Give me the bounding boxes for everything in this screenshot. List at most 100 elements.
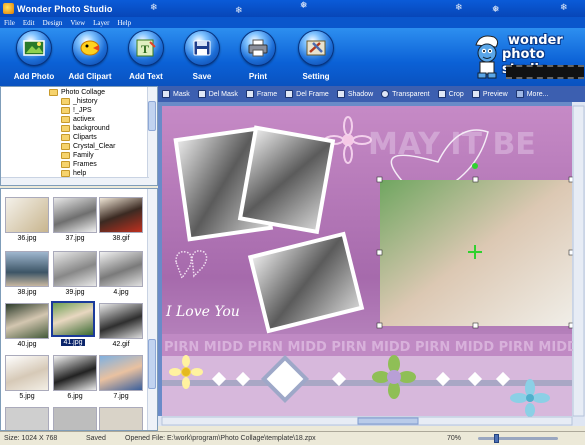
- menu-edit[interactable]: Edit: [19, 19, 39, 27]
- print-icon: [240, 30, 276, 66]
- thumbnail-image: [53, 197, 97, 233]
- thumbnail-scroll-thumb[interactable]: [148, 339, 156, 389]
- thumbnail-image: [5, 197, 49, 233]
- folder-icon: [61, 143, 70, 150]
- canvas-vertical-scrollbar[interactable]: [572, 105, 585, 417]
- more-icon: [515, 90, 524, 98]
- title-bar: Wonder Photo Studio ❄ ❄ ❅ ❄ ❅ ❄: [0, 0, 585, 17]
- thumbnail-item[interactable]: [99, 407, 143, 430]
- design-canvas[interactable]: MAY IT BE I Love You PIRN MIDD PIRN MIDD…: [158, 102, 585, 426]
- tree-scroll-thumb[interactable]: [148, 101, 156, 131]
- thumbnail-item[interactable]: [53, 407, 97, 430]
- menu-design[interactable]: Design: [39, 19, 67, 27]
- frame-icon: [245, 90, 254, 98]
- setting-button[interactable]: Setting: [286, 30, 346, 84]
- thumbnail-item[interactable]: 36.jpg: [5, 197, 49, 245]
- save-icon: [184, 30, 220, 66]
- thumbnail-image: [99, 197, 143, 233]
- zoom-level: 70%: [447, 435, 462, 442]
- rotate-handle[interactable]: [472, 163, 478, 169]
- folder-tree: Photo Collage _history !_JPS activex bac…: [0, 86, 158, 186]
- folder-icon: [61, 161, 70, 168]
- save-button[interactable]: Save: [172, 30, 232, 84]
- snowflake-icon: ❄: [235, 5, 243, 15]
- add-clipart-label: Add Clipart: [68, 72, 112, 81]
- tree-item[interactable]: Frames: [61, 160, 97, 169]
- thumbnail-scrollbar[interactable]: [147, 189, 157, 430]
- thumbnail-item[interactable]: 4.jpg: [99, 251, 143, 299]
- menu-help[interactable]: Help: [113, 19, 135, 27]
- menu-view[interactable]: View: [66, 19, 89, 27]
- tree-horizontal-scrollbar[interactable]: [1, 177, 149, 185]
- shadow-button[interactable]: Shadow: [336, 90, 373, 98]
- transparent-icon: [381, 90, 390, 98]
- photo-frame-2[interactable]: [237, 125, 336, 235]
- shadow-icon: [336, 90, 345, 98]
- thumbnail-item[interactable]: 6.jpg: [53, 355, 97, 403]
- thumbnail-item[interactable]: 42.gif: [99, 303, 143, 351]
- more-button[interactable]: More...: [515, 90, 549, 98]
- tree-item[interactable]: Crystal_Clear: [61, 142, 115, 151]
- app-logo: wonder photo studio: [466, 29, 584, 85]
- thumbnail-image: [53, 407, 97, 430]
- love-text: I Love You: [165, 304, 240, 320]
- folder-icon: [61, 134, 70, 141]
- tree-vertical-scrollbar[interactable]: [147, 87, 157, 185]
- tree-item[interactable]: !_JPS: [61, 106, 92, 115]
- frame-button[interactable]: Frame: [245, 90, 277, 98]
- thumbnail-item[interactable]: [5, 407, 49, 430]
- tree-item[interactable]: Photo Collage: [49, 88, 105, 97]
- crop-button[interactable]: Crop: [437, 90, 464, 98]
- setting-label: Setting: [302, 72, 330, 81]
- add-photo-label: Add Photo: [13, 72, 55, 81]
- folder-icon: [61, 170, 70, 177]
- tree-item[interactable]: background: [61, 124, 110, 133]
- add-text-button[interactable]: T Add Text: [116, 30, 176, 84]
- thumbnail-item[interactable]: 40.jpg: [5, 303, 49, 351]
- menu-file[interactable]: File: [0, 19, 19, 27]
- preview-icon: [471, 90, 480, 98]
- tree-item[interactable]: Family: [61, 151, 94, 160]
- snowflake-icon: ❄: [560, 2, 568, 12]
- thumbnail-image: [51, 301, 95, 337]
- thumbnail-item[interactable]: 7.jpg: [99, 355, 143, 403]
- preview-button[interactable]: Preview: [471, 90, 508, 98]
- thumbnail-item[interactable]: 5.jpg: [5, 355, 49, 403]
- zoom-slider[interactable]: [478, 434, 558, 443]
- zoom-slider-thumb[interactable]: [494, 434, 499, 443]
- thumbnail-image: [99, 355, 143, 391]
- menu-bar: File Edit Design View Layer Help: [0, 17, 585, 28]
- thumbnail-image: [99, 251, 143, 287]
- tree-item[interactable]: activex: [61, 115, 95, 124]
- thumbnail-image: [53, 355, 97, 391]
- thumbnail-item[interactable]: 37.jpg: [53, 197, 97, 245]
- add-photo-button[interactable]: Add Photo: [4, 30, 64, 84]
- thumbnail-item[interactable]: 38.gif: [99, 197, 143, 245]
- status-save-state: Saved: [86, 435, 106, 442]
- thumbnail-image: [99, 407, 143, 430]
- add-clipart-button[interactable]: Add Clipart: [60, 30, 120, 84]
- thumbnail-image: [5, 303, 49, 339]
- thumbnail-item[interactable]: 38.jpg: [5, 251, 49, 299]
- logo-text-line1: wonder: [508, 33, 563, 48]
- tree-item[interactable]: Cliparts: [61, 133, 97, 142]
- tree-item[interactable]: _history: [61, 97, 98, 106]
- crop-icon: [437, 90, 446, 98]
- transparent-button[interactable]: Transparent: [381, 90, 430, 98]
- print-button[interactable]: Print: [228, 30, 288, 84]
- menu-layer[interactable]: Layer: [89, 19, 113, 27]
- folder-icon: [61, 107, 70, 114]
- delete-mask-icon: [197, 90, 206, 98]
- status-opened-file: Opened File: E:\work\program\Photo Colla…: [125, 435, 316, 442]
- mask-button[interactable]: Mask: [162, 90, 190, 98]
- del-mask-button[interactable]: Del Mask: [197, 90, 238, 98]
- thumbnail-image: [53, 251, 97, 287]
- snowflake-icon: ❅: [300, 0, 308, 10]
- canvas-scroll-thumb[interactable]: [357, 417, 419, 425]
- thumbnail-item-selected[interactable]: 41.jpg: [51, 301, 95, 349]
- status-size: Size: 1024 X 768: [4, 435, 58, 442]
- add-clipart-icon: [72, 30, 108, 66]
- thumbnail-item[interactable]: 39.jpg: [53, 251, 97, 299]
- svg-text:T: T: [141, 42, 149, 56]
- del-frame-button[interactable]: Del Frame: [285, 90, 329, 98]
